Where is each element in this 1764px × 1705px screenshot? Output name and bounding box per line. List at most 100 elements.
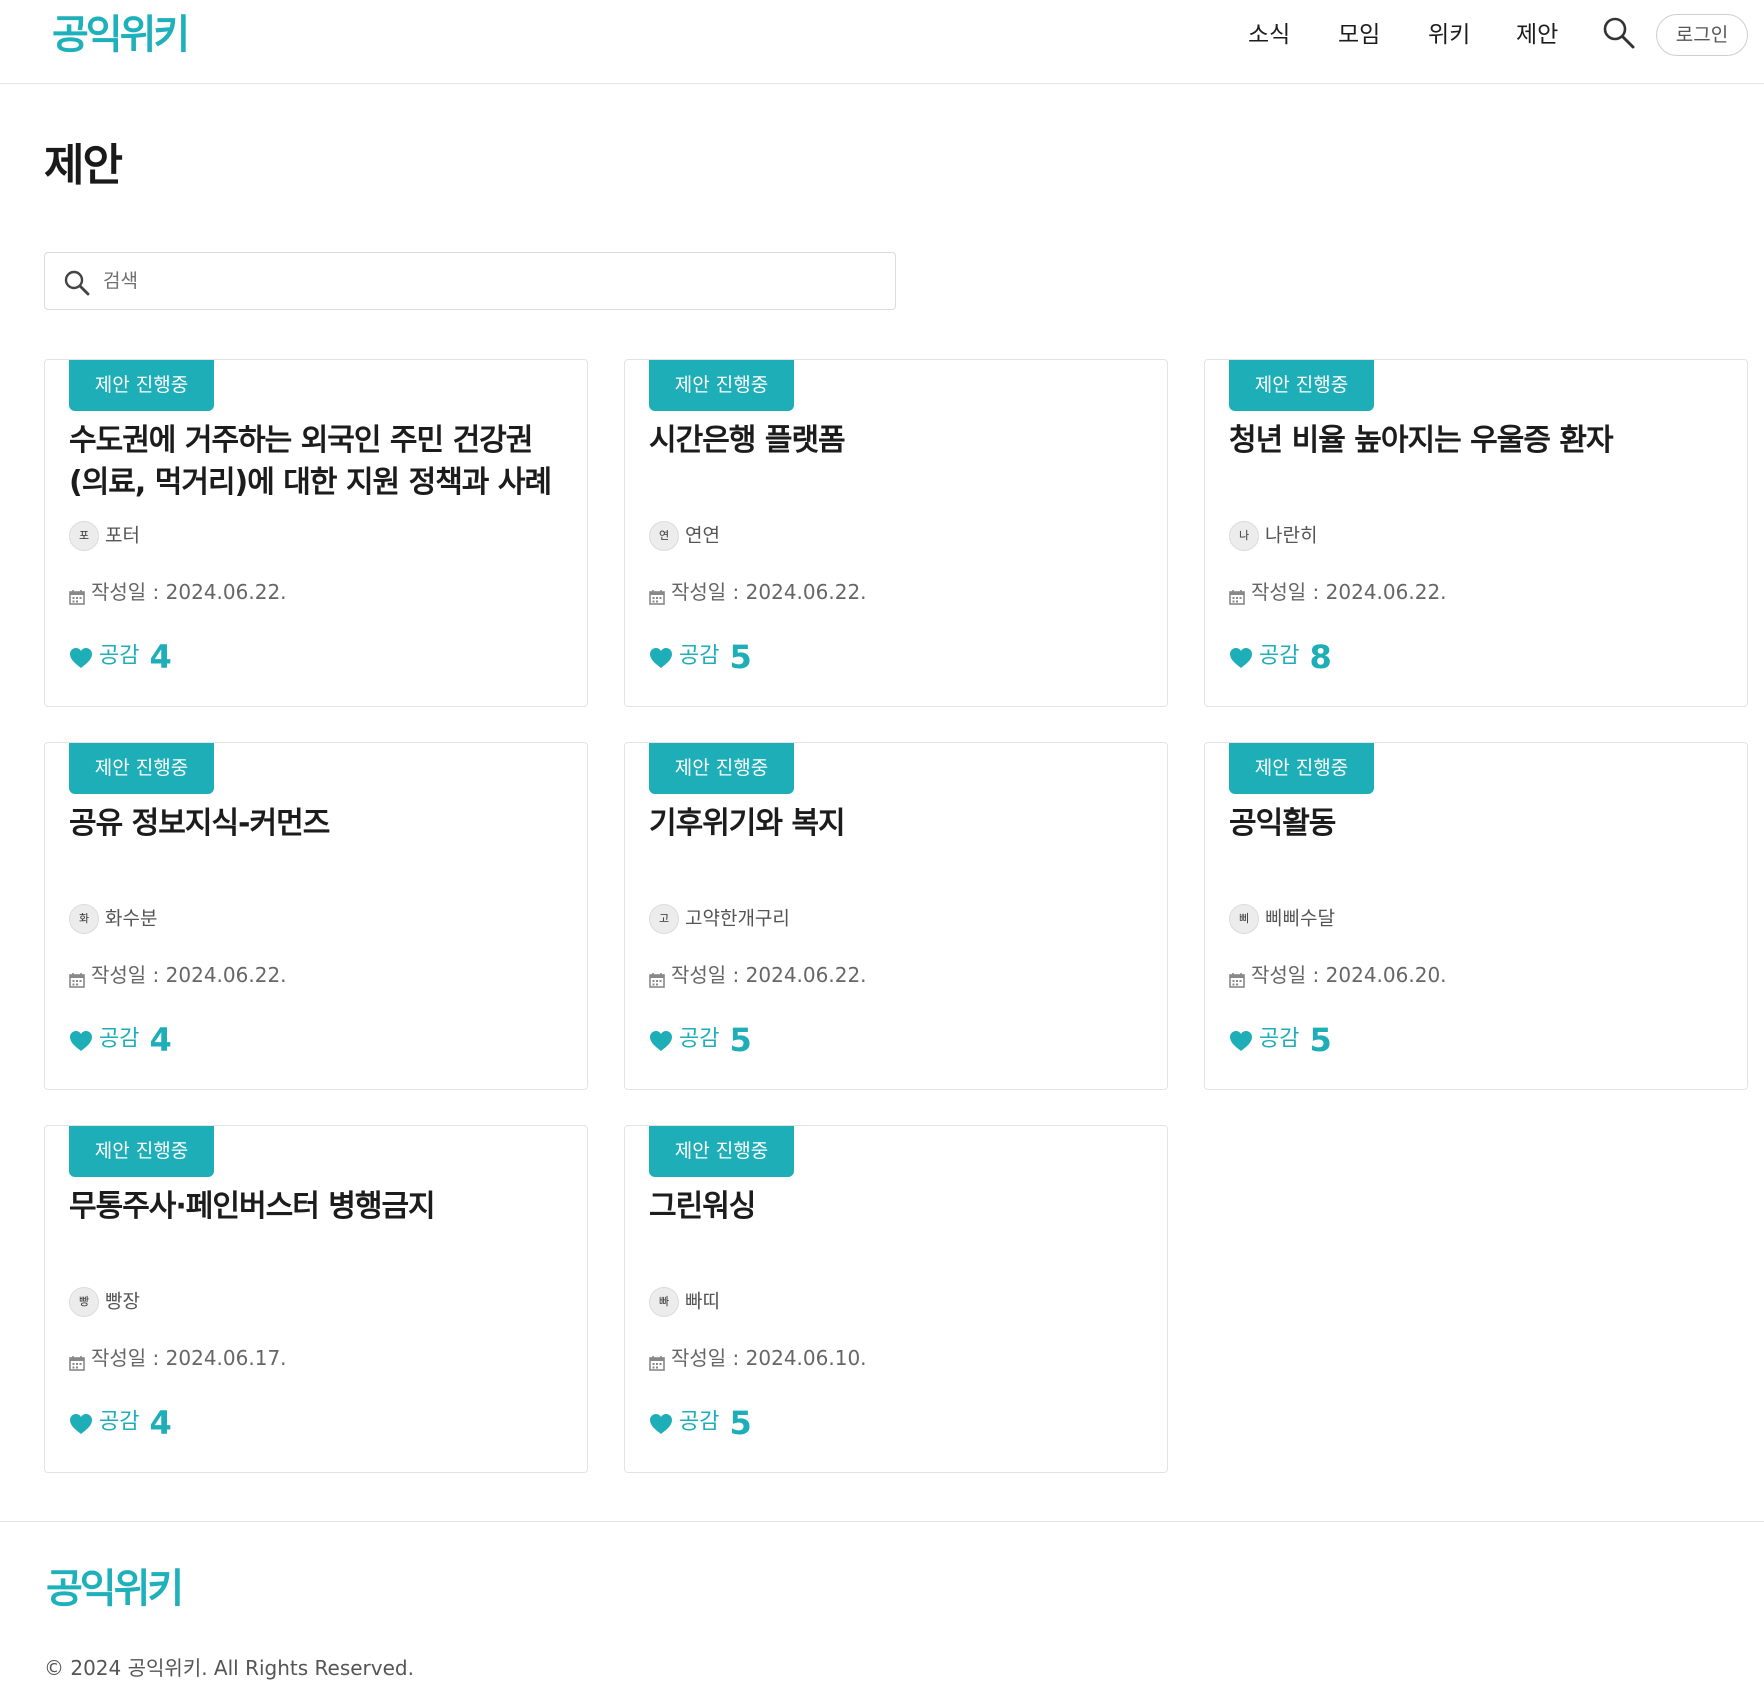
card-date: 작성일 : 2024.06.17.: [69, 1344, 287, 1372]
card-date: 작성일 : 2024.06.22.: [69, 578, 287, 606]
likes[interactable]: 공감 5: [649, 636, 752, 676]
author-name: 포터: [105, 524, 140, 547]
calendar-icon: [69, 967, 85, 988]
search-icon[interactable]: [1602, 16, 1636, 50]
likes[interactable]: 공감 4: [69, 636, 172, 676]
likes-count: 8: [1309, 637, 1332, 676]
nav-item-news[interactable]: 소식: [1248, 14, 1290, 56]
author-name: 삐삐수달: [1265, 907, 1335, 930]
proposal-card[interactable]: 제안 진행중공유 정보지식-커먼즈화 화수분작성일 : 2024.06.22. 공감…: [44, 742, 588, 1090]
likes-label: 공감: [1259, 643, 1300, 669]
heart-icon: [649, 1410, 673, 1434]
avatar: 나: [1229, 520, 1259, 551]
author-name: 고약한개구리: [685, 907, 790, 930]
card-date: 작성일 : 2024.06.10.: [649, 1344, 867, 1372]
heart-icon: [69, 644, 93, 668]
calendar-icon: [1229, 584, 1245, 605]
proposal-card[interactable]: 제안 진행중 청년 비율 높아지는 우울증 환자 나 나란히 작성일 : 2024.06…: [1204, 359, 1748, 707]
date-text: 작성일 : 2024.06.10.: [671, 1346, 867, 1370]
avatar: 포: [69, 520, 99, 551]
card-author: 화 화수분: [69, 903, 158, 934]
date-text: 작성일 : 2024.06.20.: [1251, 963, 1447, 987]
card-author: 삐 삐삐수달: [1229, 903, 1335, 934]
author-name: 빠띠: [685, 1290, 720, 1313]
likes[interactable]: 공감 5: [649, 1019, 752, 1059]
card-title[interactable]: 기후위기와 복지: [649, 803, 1149, 845]
card-title[interactable]: 시간은행 플랫폼: [649, 420, 1149, 462]
calendar-icon: [1229, 967, 1245, 988]
card-title[interactable]: 청년 비율 높아지는 우울증 환자: [1229, 420, 1729, 462]
likes-count: 4: [149, 1403, 172, 1442]
search-input[interactable]: [103, 263, 863, 299]
likes-label: 공감: [1259, 1026, 1300, 1052]
author-name: 연연: [685, 524, 720, 547]
avatar: 화: [69, 903, 99, 934]
likes-count: 4: [149, 637, 172, 676]
nav-item-wiki[interactable]: 위키: [1428, 14, 1470, 56]
calendar-icon: [69, 584, 85, 605]
copyright-text: © 2024 공익위키. All Rights Reserved.: [44, 1656, 414, 1680]
likes[interactable]: 공감 5: [649, 1402, 752, 1442]
card-title[interactable]: 그린워싱: [649, 1186, 1149, 1228]
card-title[interactable]: 공익활동: [1229, 803, 1729, 845]
card-title[interactable]: 공유 정보지식-커먼즈: [69, 803, 569, 845]
author-name: 화수분: [105, 907, 158, 930]
card-author: 고 고약한개구리: [649, 903, 790, 934]
card-date: 작성일 : 2024.06.20.: [1229, 961, 1447, 989]
avatar: 빵: [69, 1286, 99, 1317]
proposal-card[interactable]: 제안 진행중수도권에 거주하는 외국인 주민 건강권 (의료, 먹거리)에 대한…: [44, 359, 588, 707]
likes-label: 공감: [99, 1026, 140, 1052]
search-icon: [63, 269, 91, 297]
likes[interactable]: 공감 4: [69, 1019, 172, 1059]
card-date: 작성일 : 2024.06.22.: [649, 578, 867, 606]
card-author: 빵 빵장: [69, 1286, 140, 1317]
date-text: 작성일 : 2024.06.22.: [91, 580, 287, 604]
date-text: 작성일 : 2024.06.22.: [671, 580, 867, 604]
footer-logo[interactable]: 공익위키: [46, 1564, 184, 1614]
nav-item-meetings[interactable]: 모임: [1338, 14, 1380, 56]
likes-count: 5: [729, 1020, 752, 1059]
heart-icon: [69, 1027, 93, 1051]
likes-count: 5: [1309, 1020, 1332, 1059]
proposal-card[interactable]: 제안 진행중 기후위기와 복지 고 고약한개구리 작성일 : 2024.06.22. 공감…: [624, 742, 1168, 1090]
status-badge: 제안 진행중: [69, 743, 214, 794]
likes[interactable]: 공감 5: [1229, 1019, 1332, 1059]
proposal-card[interactable]: 제안 진행중 그린워싱 빠 빠띠 작성일 : 2024.06.10. 공감 5: [624, 1125, 1168, 1473]
likes-count: 4: [149, 1020, 172, 1059]
date-text: 작성일 : 2024.06.22.: [1251, 580, 1447, 604]
date-text: 작성일 : 2024.06.22.: [91, 963, 287, 987]
likes-label: 공감: [99, 643, 140, 669]
site-footer: 공익위키 © 2024 공익위키. All Rights Reserved.: [0, 1521, 1764, 1705]
site-logo[interactable]: 공익위키: [52, 10, 190, 60]
date-text: 작성일 : 2024.06.22.: [671, 963, 867, 987]
status-badge: 제안 진행중: [1229, 360, 1374, 411]
proposal-card[interactable]: 제안 진행중 공익활동 삐 삐삐수달 작성일 : 2024.06.20. 공감 5: [1204, 742, 1748, 1090]
avatar: 연: [649, 520, 679, 551]
proposal-card[interactable]: 제안 진행중 시간은행 플랫폼 연 연연 작성일 : 2024.06.22. 공감 5: [624, 359, 1168, 707]
likes-label: 공감: [679, 1409, 720, 1435]
heart-icon: [1229, 644, 1253, 668]
site-header: 공익위키 소식 모임 위키 제안 로그인: [0, 0, 1764, 84]
calendar-icon: [649, 967, 665, 988]
likes-label: 공감: [99, 1409, 140, 1435]
heart-icon: [1229, 1027, 1253, 1051]
card-date: 작성일 : 2024.06.22.: [649, 961, 867, 989]
card-title[interactable]: 수도권에 거주하는 외국인 주민 건강권 (의료, 먹거리)에 대한 지원 정책…: [69, 420, 569, 504]
likes[interactable]: 공감 4: [69, 1402, 172, 1442]
status-badge: 제안 진행중: [69, 360, 214, 411]
proposal-card[interactable]: 제안 진행중무통주사·페인버스터 병행금지빵 빵장작성일 : 2024.06.17…: [44, 1125, 588, 1473]
likes-count: 5: [729, 637, 752, 676]
nav-item-proposals[interactable]: 제안: [1516, 14, 1558, 56]
status-badge: 제안 진행중: [649, 360, 794, 411]
search-box: [44, 252, 896, 310]
author-name: 빵장: [105, 1290, 140, 1313]
card-title[interactable]: 무통주사·페인버스터 병행금지: [69, 1186, 569, 1228]
status-badge: 제안 진행중: [69, 1126, 214, 1177]
calendar-icon: [649, 584, 665, 605]
card-author: 연 연연: [649, 520, 720, 551]
avatar: 고: [649, 903, 679, 934]
login-button[interactable]: 로그인: [1656, 14, 1748, 56]
calendar-icon: [69, 1350, 85, 1371]
likes[interactable]: 공감 8: [1229, 636, 1332, 676]
card-date: 작성일 : 2024.06.22.: [69, 961, 287, 989]
